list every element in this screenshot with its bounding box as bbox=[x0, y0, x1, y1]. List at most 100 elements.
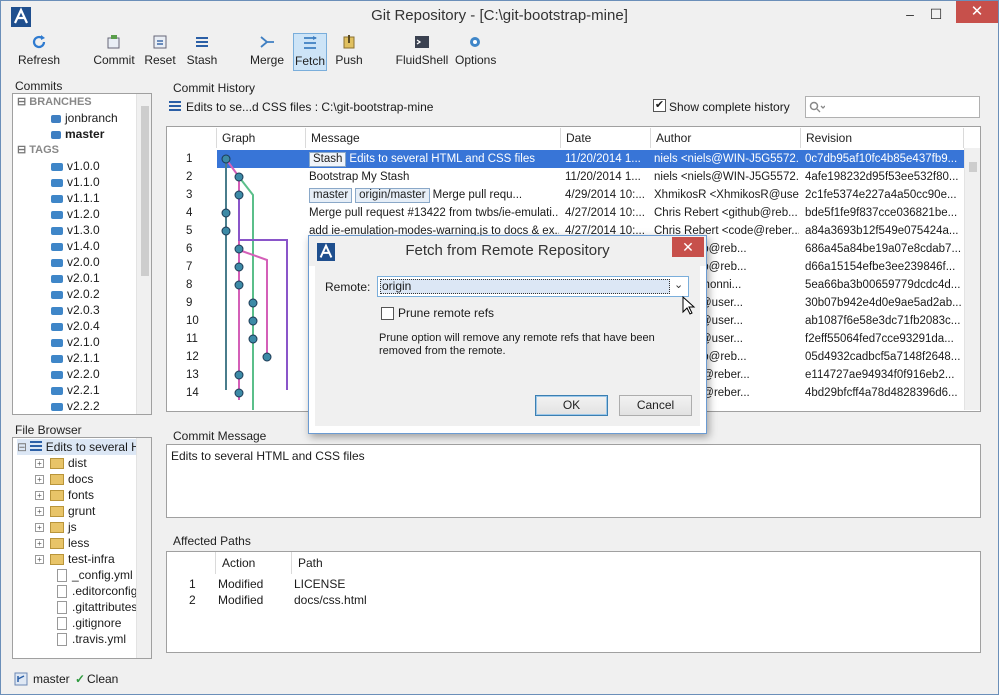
commit-button[interactable]: Commit bbox=[93, 33, 135, 71]
tag-item[interactable]: v2.2.0 bbox=[51, 366, 100, 382]
tag-item[interactable]: v2.2.2 bbox=[51, 398, 100, 414]
options-button[interactable]: Options bbox=[455, 33, 497, 71]
expand-icon[interactable]: + bbox=[35, 523, 44, 533]
folder-item[interactable]: + less bbox=[35, 535, 89, 551]
folder-item[interactable]: + test-infra bbox=[35, 551, 115, 567]
expand-icon[interactable]: + bbox=[35, 475, 44, 485]
commit-message-text[interactable]: Edits to several HTML and CSS files bbox=[166, 444, 981, 518]
title-bar: Git Repository - [C:\git-bootstrap-mine]… bbox=[1, 1, 998, 31]
expand-icon[interactable]: + bbox=[35, 555, 44, 565]
tag-item[interactable]: v1.4.0 bbox=[51, 238, 100, 254]
file-item[interactable]: _config.yml bbox=[57, 567, 133, 583]
table-row[interactable]: 1 Modified LICENSE bbox=[167, 576, 980, 592]
graph-branch-line bbox=[238, 195, 288, 390]
graph-commit-node bbox=[234, 388, 244, 398]
branches-heading[interactable]: ⊟ BRANCHES bbox=[17, 94, 92, 110]
expand-icon[interactable]: + bbox=[35, 459, 44, 469]
search-icon bbox=[809, 101, 825, 113]
tag-item[interactable]: v2.0.1 bbox=[51, 270, 100, 286]
expand-icon[interactable]: + bbox=[35, 507, 44, 517]
message-cell: Merge pull request #13422 from twbs/ie-e… bbox=[309, 207, 559, 219]
tag-item[interactable]: v2.1.0 bbox=[51, 334, 100, 350]
folder-item[interactable]: + grunt bbox=[35, 503, 95, 519]
file-browser-label: File Browser bbox=[15, 423, 82, 437]
tags-heading[interactable]: ⊟ TAGS bbox=[17, 142, 59, 158]
file-item[interactable]: .editorconfig bbox=[57, 583, 137, 599]
options-label: Options bbox=[455, 53, 497, 67]
author-cell: niels <niels@WIN-J5G5572... bbox=[654, 153, 799, 165]
tag-item[interactable]: v1.3.0 bbox=[51, 222, 100, 238]
tag-item[interactable]: v1.2.0 bbox=[51, 206, 100, 222]
files-scrollbar[interactable] bbox=[136, 438, 151, 658]
merge-button[interactable]: Merge bbox=[248, 33, 286, 71]
push-button[interactable]: Push bbox=[334, 33, 364, 71]
folder-item[interactable]: + docs bbox=[35, 471, 93, 487]
file-item[interactable]: .travis.yml bbox=[57, 631, 126, 647]
scroll-thumb[interactable] bbox=[969, 162, 977, 172]
date-cell: 11/20/2014 1... bbox=[565, 171, 641, 183]
col-path[interactable]: Path bbox=[292, 552, 980, 574]
commit-icon bbox=[107, 35, 120, 49]
file-icon bbox=[57, 617, 67, 631]
show-complete-checkbox[interactable]: ✔ bbox=[653, 99, 666, 112]
tag-icon bbox=[51, 226, 63, 235]
tag-icon bbox=[51, 402, 63, 411]
history-scrollbar[interactable] bbox=[964, 148, 980, 410]
col-graph[interactable]: Graph bbox=[217, 128, 306, 148]
author-cell: niels <niels@WIN-J5G5572... bbox=[654, 171, 799, 183]
revision-cell: 4bd29bfcff4a78d4828396d6... bbox=[805, 387, 958, 399]
tag-item[interactable]: v2.0.4 bbox=[51, 318, 100, 334]
table-row[interactable]: 2 Modified docs/css.html bbox=[167, 592, 980, 608]
expand-icon[interactable]: + bbox=[35, 491, 44, 501]
folder-item[interactable]: + fonts bbox=[35, 487, 94, 503]
col-index bbox=[167, 128, 217, 148]
folder-item[interactable]: + dist bbox=[35, 455, 87, 471]
scroll-thumb[interactable] bbox=[141, 106, 149, 276]
remote-select[interactable]: origin ⌄ bbox=[377, 276, 689, 297]
col-action[interactable]: Action bbox=[215, 552, 292, 574]
col-revision[interactable]: Revision bbox=[801, 128, 964, 148]
message-cell: Bootstrap My Stash bbox=[309, 171, 410, 183]
reset-button[interactable]: Reset bbox=[142, 33, 178, 71]
tag-item[interactable]: v2.0.0 bbox=[51, 254, 100, 270]
cancel-button[interactable]: Cancel bbox=[619, 395, 692, 416]
graph-commit-node bbox=[248, 316, 258, 326]
tag-item[interactable]: v2.0.2 bbox=[51, 286, 100, 302]
tag-item[interactable]: v1.1.0 bbox=[51, 174, 100, 190]
remote-label: Remote: bbox=[325, 280, 371, 294]
branch-item[interactable]: jonbranch bbox=[51, 110, 118, 126]
tag-item[interactable]: v1.0.0 bbox=[51, 158, 100, 174]
stash-button[interactable]: Stash bbox=[184, 33, 220, 71]
maximize-button[interactable]: ☐ bbox=[923, 3, 949, 25]
tag-item[interactable]: v2.2.1 bbox=[51, 382, 100, 398]
refresh-label: Refresh bbox=[17, 53, 61, 67]
status-bar: master ✓ Clean bbox=[1, 667, 998, 694]
refresh-button[interactable]: Refresh bbox=[15, 33, 63, 71]
fluidshell-button[interactable]: FluidShell bbox=[394, 33, 450, 71]
file-root-item[interactable]: ⊟ Edits to several H bbox=[17, 439, 140, 455]
folder-item[interactable]: + js bbox=[35, 519, 77, 535]
branch-item-current[interactable]: master bbox=[51, 126, 104, 142]
file-item[interactable]: .gitignore bbox=[57, 615, 121, 631]
tag-item[interactable]: v1.1.1 bbox=[51, 190, 100, 206]
commits-tree: ⊟ BRANCHES jonbranch master ⊟ TAGS v1.0.… bbox=[12, 93, 152, 415]
path-cell: LICENSE bbox=[294, 577, 346, 591]
col-author[interactable]: Author bbox=[651, 128, 801, 148]
col-message[interactable]: Message bbox=[306, 128, 561, 148]
commits-scrollbar[interactable] bbox=[136, 94, 151, 414]
ok-button[interactable]: OK bbox=[535, 395, 608, 416]
close-window-button[interactable]: ✕ bbox=[956, 1, 998, 23]
col-date[interactable]: Date bbox=[561, 128, 651, 148]
minimize-button[interactable]: – bbox=[897, 3, 923, 25]
fetch-button[interactable]: Fetch bbox=[293, 33, 327, 71]
prune-checkbox[interactable] bbox=[381, 307, 394, 320]
stash-label: Stash bbox=[186, 53, 218, 67]
tag-item[interactable]: v2.1.1 bbox=[51, 350, 100, 366]
graph-commit-node bbox=[248, 298, 258, 308]
history-search-input[interactable] bbox=[805, 96, 980, 118]
dialog-close-button[interactable]: ✕ bbox=[672, 237, 704, 257]
file-item[interactable]: .gitattributes bbox=[57, 599, 137, 615]
file-icon bbox=[57, 585, 67, 599]
tag-item[interactable]: v2.0.3 bbox=[51, 302, 100, 318]
expand-icon[interactable]: + bbox=[35, 539, 44, 549]
